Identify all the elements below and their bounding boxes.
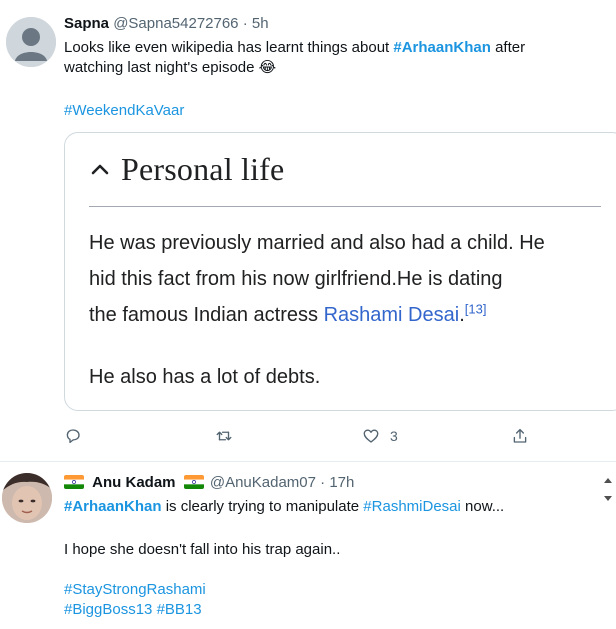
scroll-down-arrow[interactable] bbox=[604, 496, 612, 501]
wiki-section-heading: Personal life bbox=[89, 145, 284, 193]
tweet-1[interactable]: Sapna @Sapna54272766 · 5h Looks like eve… bbox=[0, 0, 616, 462]
tweet-actions: 3 bbox=[64, 427, 544, 449]
hashtag-rashmidesai[interactable]: #RashmiDesai bbox=[363, 498, 461, 515]
meta-separator: · bbox=[316, 474, 330, 491]
hashtag-arhaankhan[interactable]: #ArhaanKhan bbox=[393, 39, 491, 56]
tweet-text-segment: now... bbox=[460, 498, 505, 515]
reply-icon bbox=[66, 429, 80, 444]
tweet-text-segment: is clearly trying to manipulate bbox=[161, 498, 364, 515]
wiki-link-rashami-desai: Rashami Desai bbox=[323, 304, 460, 326]
tweet-hashtag-line-1: #StayStrongRashami bbox=[64, 580, 206, 600]
hashtag-biggboss13[interactable]: #BiggBoss13 bbox=[64, 601, 152, 618]
tweet-time[interactable]: 17h bbox=[329, 474, 354, 491]
reply-button[interactable] bbox=[64, 427, 92, 445]
tweet-header: Anu Kadam @AnuKadam07 · 17h bbox=[64, 473, 354, 493]
wikipedia-screenshot-card[interactable]: Personal life He was previously married … bbox=[64, 132, 616, 411]
tweet-text-segment: Looks like even wikipedia has learnt thi… bbox=[64, 39, 394, 56]
india-flag-icon bbox=[64, 475, 84, 489]
like-count: 3 bbox=[390, 428, 398, 444]
tweet-text-line-2: I hope she doesn't fall into his trap ag… bbox=[64, 541, 341, 558]
hashtag-weekendkavaar[interactable]: #WeekendKaVaar bbox=[64, 102, 184, 119]
hashtag-bb13[interactable]: #BB13 bbox=[157, 601, 202, 618]
scroll-up-arrow[interactable] bbox=[604, 478, 612, 483]
share-icon bbox=[513, 428, 527, 443]
tweet-hashtag-line-2: #BiggBoss13 #BB13 bbox=[64, 600, 202, 620]
wiki-citation: [13] bbox=[464, 301, 487, 317]
share-button[interactable] bbox=[511, 427, 539, 445]
user-handle[interactable]: @AnuKadam07 bbox=[210, 474, 316, 491]
heart-icon bbox=[363, 429, 379, 443]
profile-photo bbox=[2, 473, 52, 523]
wiki-heading-text: Personal life bbox=[121, 150, 285, 187]
meta-separator: · bbox=[238, 15, 252, 32]
wiki-text-segment: the famous Indian actress bbox=[89, 304, 324, 326]
retweet-button[interactable] bbox=[215, 427, 243, 445]
wiki-para-line-3: the famous Indian actress Rashami Desai.… bbox=[89, 297, 486, 333]
chevron-up-icon bbox=[91, 164, 109, 175]
retweet-icon bbox=[216, 431, 232, 441]
default-avatar-icon bbox=[6, 17, 56, 67]
india-flag-icon bbox=[183, 475, 204, 489]
tweet-text-segment: after bbox=[490, 39, 526, 56]
user-name[interactable]: Sapna bbox=[64, 15, 109, 32]
hashtag-staystrongrashami[interactable]: #StayStrongRashami bbox=[64, 581, 206, 598]
tweet-text-line-1: Looks like even wikipedia has learnt thi… bbox=[64, 38, 525, 58]
tweet-time[interactable]: 5h bbox=[252, 15, 269, 32]
hashtag-arhaankhan[interactable]: #ArhaanKhan bbox=[64, 498, 162, 515]
wiki-para-line-1: He was previously married and also had a… bbox=[89, 232, 545, 254]
wiki-heading-rule bbox=[89, 206, 601, 207]
like-button[interactable]: 3 bbox=[362, 427, 398, 445]
user-name[interactable]: Anu Kadam bbox=[92, 474, 175, 491]
avatar-anu-kadam[interactable] bbox=[2, 473, 52, 523]
tweet-text-segment: watching last night's episode bbox=[64, 59, 259, 76]
wiki-para-2: He also has a lot of debts. bbox=[89, 366, 321, 388]
tweet-hashtag-line: #WeekendKaVaar bbox=[64, 101, 184, 121]
tweet-text-line-1: #ArhaanKhan is clearly trying to manipul… bbox=[64, 497, 504, 517]
tweet-text-line-2: watching last night's episode 😂 bbox=[64, 58, 276, 78]
avatar-sapna[interactable] bbox=[6, 17, 56, 67]
wiki-para-line-2: hid this fact from his now girlfriend.He… bbox=[89, 268, 503, 290]
tweet-header: Sapna @Sapna54272766 · 5h bbox=[64, 14, 269, 34]
laughing-emoji: 😂 bbox=[258, 59, 277, 76]
user-handle[interactable]: @Sapna54272766 bbox=[113, 15, 238, 32]
